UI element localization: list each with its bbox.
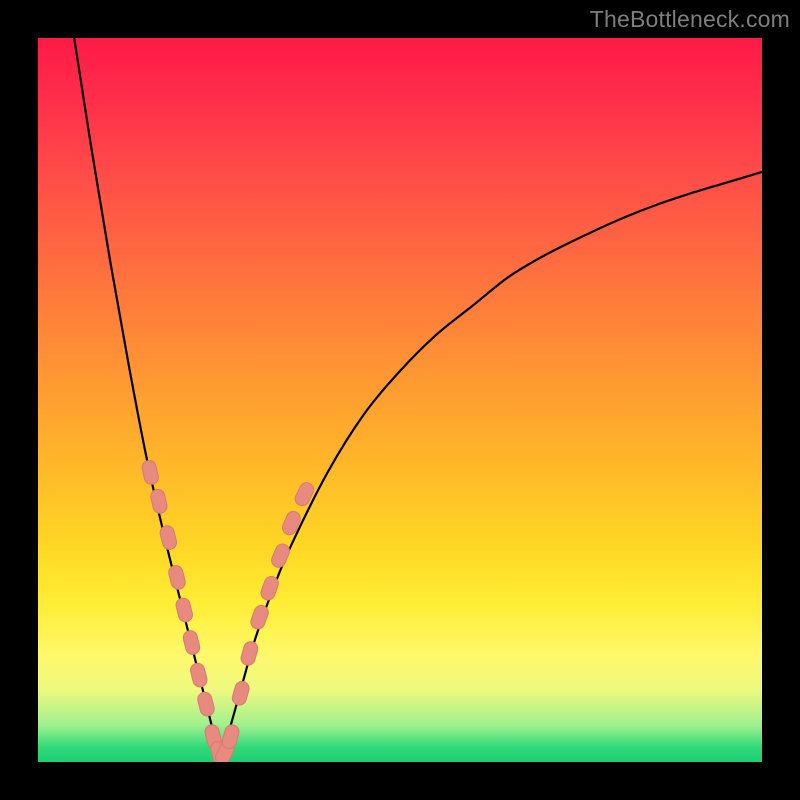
curve-marker [167,564,186,591]
curve-marker [269,542,291,570]
curve-marker [159,524,178,551]
curve-marker [149,488,168,515]
chart-frame: TheBottleneck.com [0,0,800,800]
chart-svg [38,38,762,762]
curve-marker [239,640,259,667]
curve-marker [196,691,215,718]
curve-marker [231,680,251,707]
curve-marker [175,597,194,624]
bottleneck-curve [74,38,762,755]
curve-marker [189,662,208,689]
curve-marker [141,459,160,486]
curve-marker [221,723,241,750]
curve-marker [280,509,302,537]
curve-marker [293,480,316,508]
plot-area [38,38,762,762]
watermark-text: TheBottleneck.com [590,6,790,33]
curve-marker [182,629,201,656]
